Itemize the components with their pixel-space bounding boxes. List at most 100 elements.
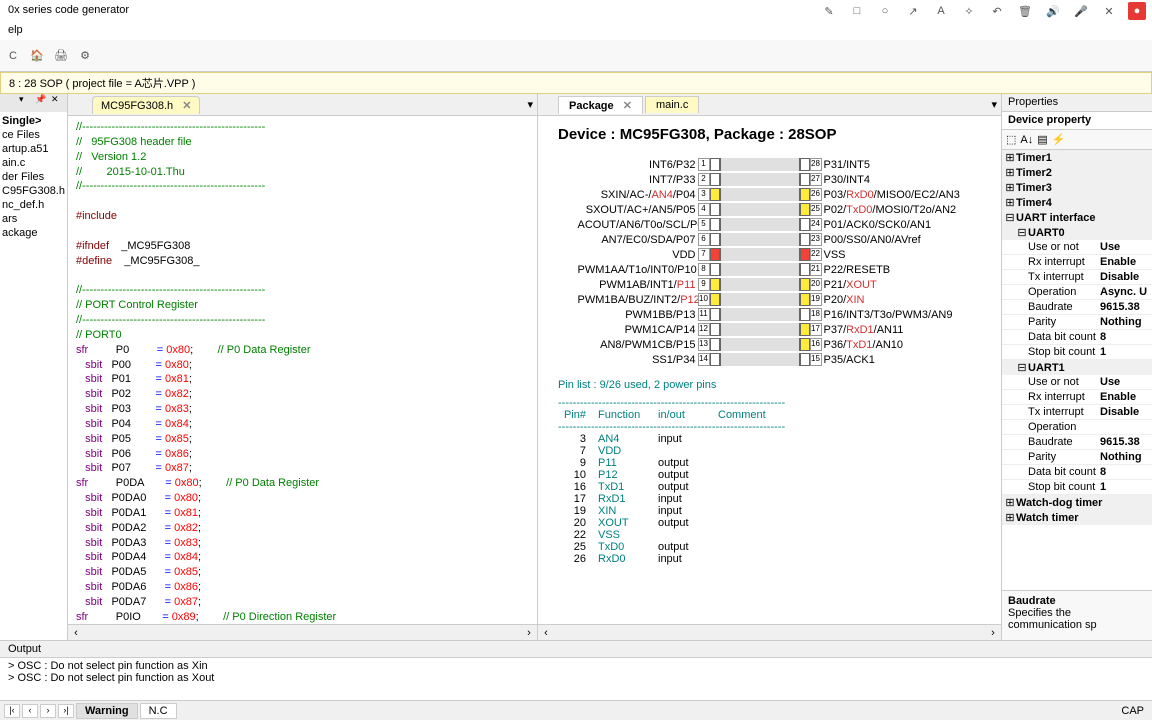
prev-icon[interactable]: ‹ (22, 704, 38, 718)
chip-diagram: INT6/P32128P31/INT5INT7/P33227P30/INT4SX… (558, 157, 981, 367)
property-subgroup[interactable]: ⊟UART1 (1002, 360, 1152, 375)
chip-row: PWM1CA/P141217P37/RxD1/AN11 (578, 322, 962, 337)
undo-icon[interactable]: ↶ (988, 2, 1006, 20)
property-group[interactable]: ⊞Watch timer (1002, 510, 1152, 525)
scroll-left-icon[interactable]: ‹ (68, 627, 84, 639)
tree-item[interactable]: ce Files (2, 128, 65, 142)
menu-help[interactable]: elp (8, 24, 23, 36)
output-panel: Output > OSC : Do not select pin functio… (0, 640, 1152, 700)
nc-tab[interactable]: N.C (140, 703, 177, 719)
c-icon[interactable]: C (4, 47, 22, 65)
property-group[interactable]: ⊞Timer1 (1002, 150, 1152, 165)
sort-icon[interactable]: ⬚ (1006, 133, 1016, 146)
print-icon[interactable]: 🖨 (52, 47, 70, 65)
project-tree: Single> ce Filesartup.a51ain.cder FilesC… (0, 112, 67, 242)
pin-list-row: 9P11output (558, 457, 981, 469)
warning-tab[interactable]: Warning (76, 703, 138, 719)
tree-item[interactable]: der Files (2, 170, 65, 184)
property-item[interactable]: Operation (1002, 420, 1152, 435)
property-item[interactable]: Rx interruptEnable (1002, 255, 1152, 270)
properties-tree[interactable]: ⊞Timer1⊞Timer2⊞Timer3⊞Timer4⊟UART interf… (1002, 150, 1152, 590)
tree-item[interactable]: nc_def.h (2, 198, 65, 212)
property-item[interactable]: Rx interruptEnable (1002, 390, 1152, 405)
property-item[interactable]: ParityNothing (1002, 450, 1152, 465)
scroll-right-icon[interactable]: › (521, 627, 537, 639)
chip-row: PWM1BA/BUZ/INT2/P121019P20/XIN (578, 292, 962, 307)
tab-label: MC95FG308.h (101, 100, 173, 112)
chip-row: INT7/P33227P30/INT4 (578, 172, 962, 187)
toolbar: C 🏠 🖨 ⚙ (0, 40, 1152, 72)
next-icon[interactable]: › (40, 704, 56, 718)
property-group[interactable]: ⊞Timer3 (1002, 180, 1152, 195)
editor-hscroll[interactable]: ‹ › (68, 624, 537, 640)
package-panel: Package ✕ main.c ▾ Device : MC95FG308, P… (538, 94, 1002, 640)
property-item[interactable]: Stop bit count1 (1002, 345, 1152, 360)
property-item[interactable]: Tx interruptDisable (1002, 405, 1152, 420)
tree-item[interactable]: ain.c (2, 156, 65, 170)
property-item[interactable]: Data bit count8 (1002, 330, 1152, 345)
tab-dropdown-icon[interactable]: ▾ (527, 98, 533, 111)
az-icon[interactable]: A↓ (1020, 134, 1033, 146)
close-icon[interactable]: ✕ (1100, 2, 1118, 20)
circle-icon[interactable]: ○ (876, 2, 894, 20)
property-group[interactable]: ⊞Timer2 (1002, 165, 1152, 180)
property-item[interactable]: Tx interruptDisable (1002, 270, 1152, 285)
text-icon[interactable]: A (932, 2, 950, 20)
tree-close-icon[interactable]: ✕ (51, 94, 65, 108)
property-group[interactable]: ⊞Watch-dog timer (1002, 495, 1152, 510)
mic-icon[interactable]: 🎤 (1072, 2, 1090, 20)
property-group[interactable]: ⊞Timer4 (1002, 195, 1152, 210)
tree-item[interactable]: ars (2, 212, 65, 226)
first-icon[interactable]: |‹ (4, 704, 20, 718)
speaker-icon[interactable]: 🔊 (1044, 2, 1062, 20)
tree-pin-icon[interactable]: 📌 (35, 94, 49, 108)
scroll-left-icon[interactable]: ‹ (538, 627, 554, 639)
pencil-icon[interactable]: ✎ (820, 2, 838, 20)
trash-icon[interactable]: 🗑 (1016, 2, 1034, 20)
property-item[interactable]: Use or notUse (1002, 375, 1152, 390)
arrow-icon[interactable]: ↗ (904, 2, 922, 20)
tab-dropdown-icon[interactable]: ▾ (991, 98, 997, 111)
pin-table: Pin# Function in/out Comment -----------… (558, 409, 981, 565)
chip-row: AN8/PWM1CB/P151316P36/TxD1/AN10 (578, 337, 962, 352)
property-item[interactable]: Data bit count8 (1002, 465, 1152, 480)
tree-item[interactable]: C95FG308.h (2, 184, 65, 198)
chip-row: PWM1AB/INT1/P11920P21/XOUT (578, 277, 962, 292)
tab-close-icon[interactable]: ✕ (623, 100, 632, 112)
tab-close-icon[interactable]: ✕ (182, 100, 191, 112)
code-editor[interactable]: //--------------------------------------… (68, 116, 537, 624)
tree-item[interactable]: ackage (2, 226, 65, 240)
tree-root[interactable]: Single> (2, 114, 65, 128)
wand-icon[interactable]: ✧ (960, 2, 978, 20)
square-icon[interactable]: □ (848, 2, 866, 20)
last-icon[interactable]: ›| (58, 704, 74, 718)
lightning-icon[interactable]: ⚡ (1052, 133, 1066, 146)
property-item[interactable]: Stop bit count1 (1002, 480, 1152, 495)
home-icon[interactable]: 🏠 (28, 47, 46, 65)
mainc-tab[interactable]: main.c (645, 96, 699, 113)
record-icon[interactable]: ● (1128, 2, 1146, 20)
property-item[interactable]: Use or notUse (1002, 240, 1152, 255)
package-hscroll[interactable]: ‹ › (538, 624, 1001, 640)
property-help: Baudrate Specifies the communication sp (1002, 590, 1152, 640)
property-group-uart[interactable]: ⊟UART interface (1002, 210, 1152, 225)
tree-dropdown-icon[interactable]: ▾ (19, 94, 33, 108)
filter-icon[interactable]: ▤ (1037, 133, 1047, 146)
property-item[interactable]: ParityNothing (1002, 315, 1152, 330)
status-bar: |‹ ‹ › ›| Warning N.C CAP (0, 700, 1152, 720)
scroll-right-icon[interactable]: › (985, 627, 1001, 639)
tool-icon[interactable]: ⚙ (76, 47, 94, 65)
property-item[interactable]: Baudrate9615.38 (1002, 435, 1152, 450)
property-item[interactable]: OperationAsync. U (1002, 285, 1152, 300)
property-item[interactable]: Baudrate9615.38 (1002, 300, 1152, 315)
package-tab[interactable]: Package ✕ (558, 96, 643, 114)
caps-indicator: CAP (1121, 705, 1144, 717)
editor-tab[interactable]: MC95FG308.h ✕ (92, 96, 200, 114)
pin-list-row: 25TxD0output (558, 541, 981, 553)
output-body: > OSC : Do not select pin function as Xi… (0, 658, 1152, 686)
property-subgroup[interactable]: ⊟UART0 (1002, 225, 1152, 240)
package-body: Device : MC95FG308, Package : 28SOP INT6… (538, 116, 1001, 624)
tree-item[interactable]: artup.a51 (2, 142, 65, 156)
pin-list-header: Pin list : 9/26 used, 2 power pins (558, 379, 981, 391)
pin-list-row: 22VSS (558, 529, 981, 541)
